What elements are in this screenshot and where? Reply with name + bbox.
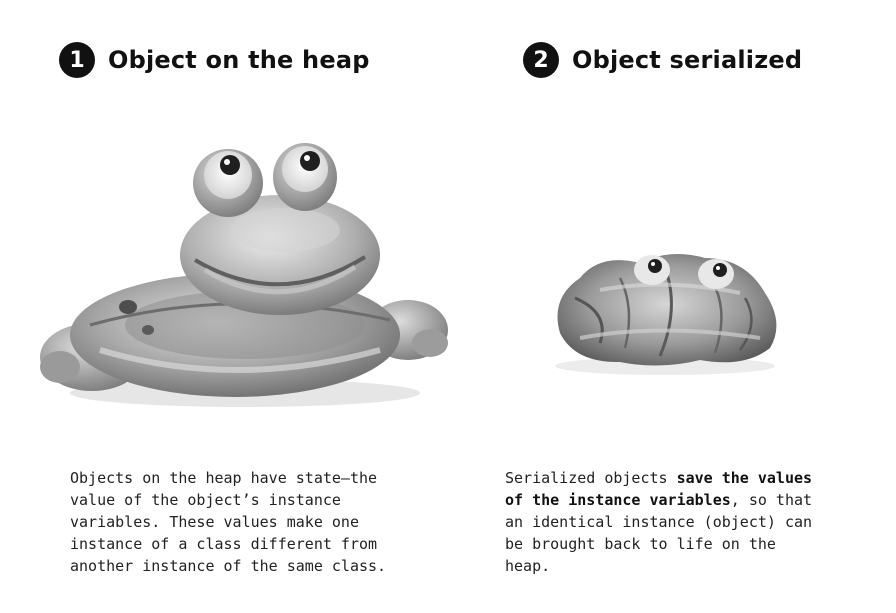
inflated-toy-frog-icon: [40, 143, 448, 407]
caption-part-1: Serialized objects: [505, 469, 677, 487]
step-number-badge: 1: [59, 42, 95, 78]
deflated-toy-frog-icon: [555, 254, 777, 375]
caption-object-serialized: Serialized objects save the values of th…: [505, 467, 825, 577]
caption-object-on-heap: Objects on the heap have state—the value…: [70, 469, 387, 575]
heading-object-serialized: 2 Object serialized: [523, 42, 802, 78]
heading-object-on-heap: 1 Object on the heap: [59, 42, 370, 78]
heading-text: Object serialized: [572, 46, 803, 74]
heading-text: Object on the heap: [108, 46, 370, 74]
step-number-badge: 2: [523, 42, 559, 78]
